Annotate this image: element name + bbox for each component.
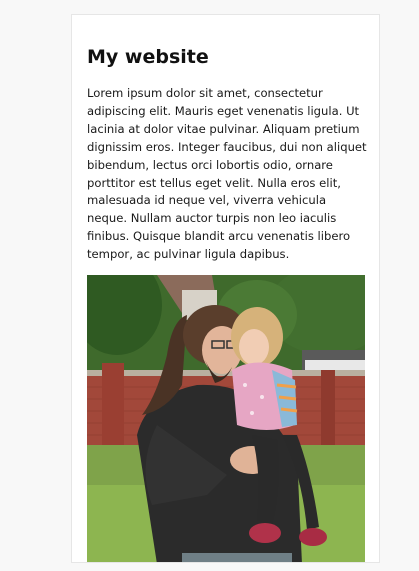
- page: My website Lorem ipsum dolor sit amet, c…: [0, 0, 419, 571]
- family-photo: [87, 275, 365, 562]
- article-paragraph: Lorem ipsum dolor sit amet, consectetur …: [87, 86, 367, 262]
- page-title: My website: [87, 46, 209, 68]
- content-card: My website Lorem ipsum dolor sit amet, c…: [71, 14, 380, 563]
